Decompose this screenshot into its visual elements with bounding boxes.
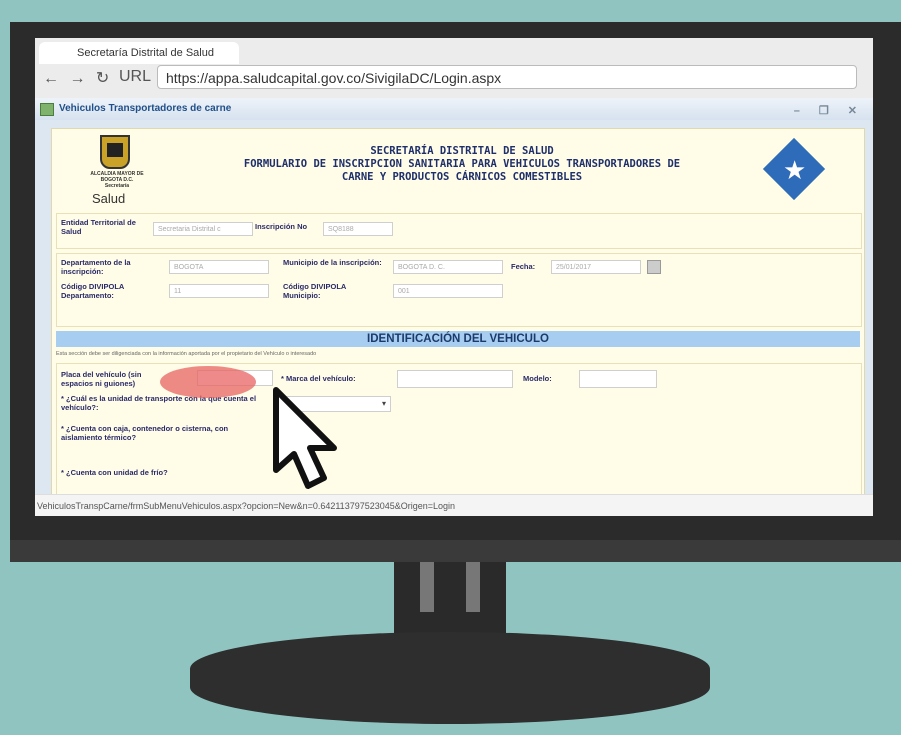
inscription-form: ALCALDIA MAYOR DE BOGOTA D.C. Secretaría… — [51, 128, 865, 496]
entidad-label: Entidad Territorial de Salud — [61, 218, 136, 236]
depto-label: Departamento de la inscripción: — [61, 258, 131, 276]
frio-label: * ¿Cuenta con unidad de frío? — [61, 468, 168, 477]
row-ubicacion: Departamento de la inscripción: BOGOTA M… — [56, 253, 862, 327]
stand-slot — [466, 562, 480, 612]
fecha-label: Fecha: — [511, 262, 536, 271]
bogota-crest-icon — [100, 135, 130, 169]
app-title: Vehiculos Transportadores de carne — [59, 103, 232, 114]
star-icon: ★ — [783, 155, 807, 185]
cod-depto-label: Código DIVIPOLA Departamento: — [61, 282, 125, 300]
app-icon — [40, 103, 54, 116]
browser-tab[interactable]: Secretaría Distrital de Salud — [39, 42, 239, 64]
monitor-stand-base — [190, 632, 710, 724]
screen: Secretaría Distrital de Salud ← → ↻ URL … — [35, 38, 873, 516]
status-bar: VehiculosTranspCarne/frmSubMenuVehiculos… — [35, 494, 873, 516]
unidad-label: * ¿Cuál es la unidad de transporte con l… — [61, 394, 257, 412]
inscripcion-label: Inscripción No — [255, 222, 308, 231]
modelo-label: Modelo: — [523, 374, 552, 383]
section-note: Esta sección debe ser diligenciada con l… — [56, 351, 317, 357]
cod-mun-label: Código DIVIPOLA Municipio: — [283, 282, 347, 300]
window-controls[interactable]: – ❐ ✕ — [794, 100, 865, 122]
app-window: Vehiculos Transportadores de carne – ❐ ✕… — [35, 98, 873, 496]
marca-input[interactable] — [397, 370, 513, 388]
caja-label: * ¿Cuenta con caja, contenedor o cistern… — [61, 424, 229, 442]
modelo-input[interactable] — [579, 370, 657, 388]
entidad-input[interactable]: Secretaria Distrital c — [153, 222, 253, 236]
pointer-cursor-icon — [273, 387, 337, 489]
fecha-input[interactable]: 25/01/2017 — [551, 260, 641, 274]
cod-depto-input[interactable]: 11 — [169, 284, 269, 298]
municipio-label: Municipio de la inscripción: — [283, 258, 382, 267]
url-label: URL — [119, 68, 152, 85]
nav-arrows-icon[interactable]: ← → ↻ — [43, 68, 112, 88]
stand-slot — [420, 562, 434, 612]
app-title-bar: Vehiculos Transportadores de carne – ❐ ✕ — [35, 98, 873, 120]
browser-toolbar: Secretaría Distrital de Salud ← → ↻ URL … — [35, 38, 873, 98]
monitor-bezel-bottom — [10, 540, 901, 562]
chevron-down-icon: ▾ — [381, 399, 386, 408]
salud-logo-text: Salud — [92, 191, 126, 206]
address-bar[interactable]: https://appa.saludcapital.gov.co/Sivigil… — [157, 65, 857, 89]
cod-mun-input[interactable]: 001 — [393, 284, 503, 298]
placa-label: Placa del vehículo (sin espacios ni guio… — [61, 370, 142, 388]
calendar-icon[interactable] — [647, 260, 661, 274]
municipio-input[interactable]: BOGOTA D. C. — [393, 260, 503, 274]
row-entidad: Entidad Territorial de Salud Secretaria … — [56, 213, 862, 249]
marca-label: * Marca del vehículo: — [281, 374, 356, 383]
monitor-stand-neck — [394, 562, 506, 637]
form-header: SECRETARÍA DISTRITAL DE SALUD FORMULARIO… — [243, 145, 681, 183]
depto-input[interactable]: BOGOTA — [169, 260, 269, 274]
inscripcion-input[interactable]: SQ8188 — [323, 222, 393, 236]
section-header: IDENTIFICACIÓN DEL VEHICULO — [56, 331, 860, 347]
crest-text: ALCALDIA MAYOR DE BOGOTA D.C. Secretaría — [90, 171, 144, 189]
highlight-oval — [160, 366, 256, 398]
